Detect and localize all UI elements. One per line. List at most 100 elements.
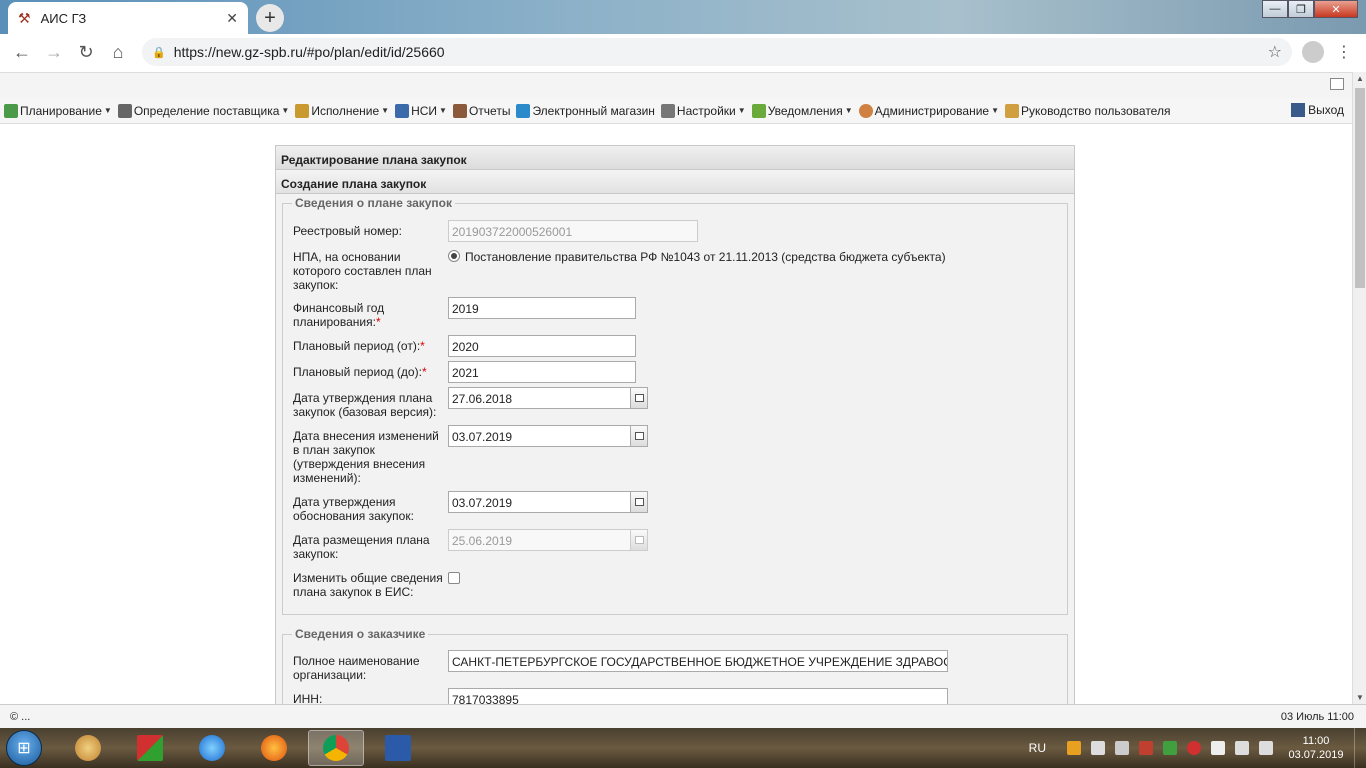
scroll-down-icon[interactable]: ▼ [1356, 693, 1364, 702]
manual-icon [1005, 103, 1019, 118]
panel-subtitle: Создание плана закупок [276, 170, 1074, 194]
taskbar: ⊞ RU 11:00 03.07.2019 [0, 728, 1366, 768]
menu-item-nsi[interactable]: НСИ ▼ [395, 103, 447, 118]
menu-item-eshop[interactable]: Электронный магазин [516, 103, 655, 118]
tray-flag-icon[interactable] [1211, 741, 1225, 755]
close-window-button[interactable]: ✕ [1314, 0, 1358, 18]
chevron-down-icon: ▼ [737, 106, 746, 115]
change-eis-checkbox[interactable] [448, 572, 460, 584]
paint-icon [75, 735, 101, 761]
tray-check-icon[interactable] [1163, 741, 1177, 755]
menu-item-admin[interactable]: Администрирование ▼ [858, 103, 999, 118]
menu-item-notifications[interactable]: Уведомления ▼ [751, 103, 853, 118]
browser-tab[interactable]: ⚒ АИС ГЗ ✕ [8, 2, 248, 34]
tray-network-icon[interactable] [1235, 741, 1249, 755]
menu-item-manual[interactable]: Руководство пользователя [1005, 103, 1170, 118]
required-mark: * [421, 365, 427, 379]
tray-volume-icon[interactable] [1259, 741, 1273, 755]
start-button[interactable]: ⊞ [6, 730, 42, 766]
status-bar: © ... 03 Июль 11:00 [0, 704, 1366, 728]
change-eis-label: Изменить общие сведения плана закупок в … [293, 571, 443, 599]
address-bar[interactable]: 🔒 https://new.gz-spb.ru/#po/plan/edit/id… [142, 38, 1292, 66]
calendar-icon[interactable] [630, 387, 648, 409]
reload-icon[interactable]: ↻ [70, 36, 102, 68]
forward-arrow-icon[interactable]: → [38, 36, 70, 68]
npa-option-label: Постановление правительства РФ №1043 от … [465, 250, 946, 264]
minimize-button[interactable]: — [1262, 0, 1288, 18]
report-icon [452, 103, 467, 118]
show-desktop-button[interactable] [1354, 728, 1366, 768]
menu-item-settings[interactable]: Настройки ▼ [660, 103, 746, 118]
menu-item-planning[interactable]: Планирование ▼ [4, 103, 112, 118]
scroll-up-icon[interactable]: ▲ [1356, 74, 1364, 83]
period-from-input[interactable]: 2020 [448, 335, 636, 357]
npa-label: НПА, на основании которого составлен пла… [293, 250, 432, 292]
calendar-icon[interactable] [630, 425, 648, 447]
taskbar-firefox[interactable] [246, 730, 302, 766]
wrench-icon [660, 103, 675, 118]
scrollbar-thumb[interactable] [1355, 88, 1365, 288]
new-tab-button[interactable]: + [256, 4, 284, 32]
panel-title: Редактирование плана закупок [276, 146, 1074, 170]
system-tray: RU 11:00 03.07.2019 [1029, 728, 1366, 768]
plan-info-legend: Сведения о плане закупок [295, 196, 453, 210]
tab-close-icon[interactable]: ✕ [226, 10, 238, 27]
taskbar-ie[interactable] [184, 730, 240, 766]
taskbar-network[interactable] [122, 730, 178, 766]
browser-tab-strip: ⚒ АИС ГЗ ✕ + — ❐ ✕ [0, 0, 1366, 34]
menu-item-reports[interactable]: Отчеты [452, 103, 510, 118]
taskbar-word[interactable] [370, 730, 426, 766]
change-date-input[interactable]: 03.07.2019 [448, 425, 631, 447]
tray-list-icon[interactable] [1091, 741, 1105, 755]
menu-item-execution[interactable]: Исполнение ▼ [295, 103, 390, 118]
app-top-strip [0, 72, 1352, 98]
customer-info-legend: Сведения о заказчике [295, 627, 426, 641]
taskbar-paint[interactable] [60, 730, 116, 766]
home-icon[interactable]: ⌂ [102, 36, 134, 68]
restore-button[interactable]: ❐ [1288, 0, 1314, 18]
change-date-label: Дата внесения изменений в план закупок (… [293, 429, 439, 485]
required-mark: * [420, 339, 425, 353]
chrome-icon [323, 735, 349, 761]
page-scrollbar[interactable]: ▲ ▼ [1352, 72, 1366, 704]
word-icon [385, 735, 411, 761]
planning-icon [4, 103, 18, 118]
npa-radio[interactable] [448, 250, 460, 262]
lock-icon: 🔒 [152, 46, 166, 59]
browser-toolbar: ← → ↻ ⌂ 🔒 https://new.gz-spb.ru/#po/plan… [0, 34, 1366, 70]
gears-icon [117, 103, 132, 118]
menu-item-supplier[interactable]: Определение поставщика ▼ [117, 103, 289, 118]
period-to-input[interactable]: 2021 [448, 361, 636, 383]
tray-app-icon[interactable] [1067, 741, 1081, 755]
approve-date-label: Дата утверждения плана закупок (базовая … [293, 391, 437, 419]
registry-label: Реестровый номер: [293, 224, 402, 238]
exit-button[interactable]: Выход [1291, 103, 1344, 117]
browser-menu-icon[interactable]: ⋮ [1336, 42, 1352, 62]
back-arrow-icon[interactable]: ← [6, 36, 38, 68]
approve-date-input[interactable]: 27.06.2018 [448, 387, 631, 409]
org-name-input[interactable]: САНКТ-ПЕТЕРБУРГСКОЕ ГОСУДАРСТВЕННОЕ БЮДЖ… [448, 650, 948, 672]
tray-block-icon[interactable] [1187, 741, 1201, 755]
status-datetime: 03 Июль 11:00 [1280, 710, 1354, 723]
firefox-icon [261, 735, 287, 761]
bookmark-star-icon[interactable]: ☆ [1268, 42, 1282, 62]
language-indicator[interactable]: RU [1029, 741, 1046, 755]
fin-year-label: Финансовый год планирования:* [293, 301, 385, 329]
book-icon [395, 103, 410, 118]
app-restore-icon[interactable] [1330, 78, 1344, 90]
chevron-down-icon: ▼ [991, 106, 999, 115]
calendar-glyph-icon [634, 394, 644, 402]
tray-shield-icon[interactable] [1139, 741, 1153, 755]
profile-avatar-icon[interactable] [1302, 41, 1324, 63]
user-icon [858, 103, 873, 118]
clock[interactable]: 11:00 03.07.2019 [1278, 734, 1354, 762]
url-text: https://new.gz-spb.ru/#po/plan/edit/id/2… [173, 44, 445, 60]
calendar-icon[interactable] [630, 491, 648, 513]
chevron-down-icon: ▼ [381, 106, 390, 115]
tray-grid-icon[interactable] [1115, 741, 1129, 755]
justify-date-input[interactable]: 03.07.2019 [448, 491, 631, 513]
inn-input[interactable]: 7817033895 [448, 688, 948, 704]
registry-number-field: 201903722000526001 [448, 220, 698, 242]
fin-year-input[interactable]: 2019 [448, 297, 636, 319]
taskbar-chrome[interactable] [308, 730, 364, 766]
